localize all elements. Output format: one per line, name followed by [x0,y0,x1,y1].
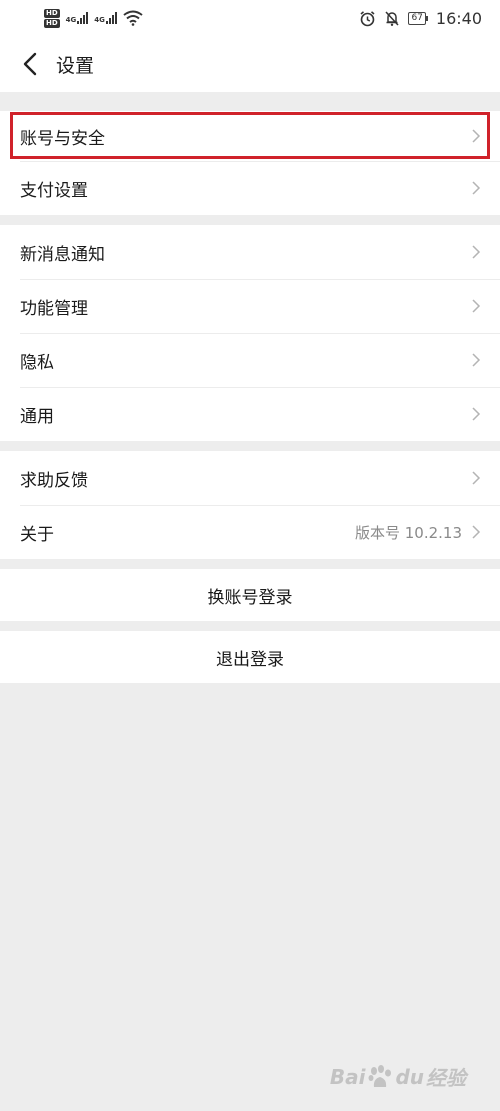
menu-item-about[interactable]: 关于 版本号 10.2.13 [0,505,500,559]
version-text: 版本号 10.2.13 [354,523,462,542]
signal-bars-icon [77,12,89,24]
clock-time: 16:40 [435,8,482,28]
menu-item-payment-settings[interactable]: 支付设置 [0,161,500,215]
paw-logo-icon [368,1064,392,1087]
chevron-left-icon [23,52,37,76]
chevron-right-icon [472,129,481,143]
baidu-jingyan-watermark: Bai du 经验 [330,1062,466,1091]
chevron-right-icon [472,525,481,539]
menu-item-label: 通用 [20,406,54,427]
status-left: HD HD 4G 4G [44,8,143,28]
menu-item-label: 隐私 [20,352,54,373]
nav-bar: 设置 [0,36,500,92]
hd-badge-1: HD [44,8,60,18]
battery-icon: 67 [408,11,428,25]
signal-bars-icon [105,12,117,24]
menu-item-help-feedback[interactable]: 求助反馈 [0,451,500,505]
status-right: 67 16:40 [359,9,482,28]
menu-item-label: 新消息通知 [20,244,105,265]
hd-indicators: HD HD [44,8,60,28]
settings-group-help: 求助反馈 关于 版本号 10.2.13 [0,451,500,559]
watermark-text-bai: Bai [329,1064,366,1089]
wifi-icon [123,10,143,26]
chevron-right-icon [472,407,481,421]
chevron-right-icon [472,245,481,259]
menu-item-privacy[interactable]: 隐私 [0,333,500,387]
switch-account-button[interactable]: 换账号登录 [0,569,500,621]
signal-2: 4G [94,12,117,24]
settings-group-general: 新消息通知 功能管理 隐私 通用 [0,225,500,441]
network-type-1: 4G [65,16,77,24]
watermark-text-jingyan: 经验 [426,1066,466,1090]
menu-item-general[interactable]: 通用 [0,387,500,441]
settings-group-account: 账号与安全 支付设置 [0,111,500,215]
page-title: 设置 [56,54,95,77]
menu-item-new-message-notifications[interactable]: 新消息通知 [0,225,500,279]
network-type-2: 4G [94,16,105,24]
chevron-right-icon [472,471,481,485]
chevron-right-icon [472,299,481,313]
menu-item-label: 求助反馈 [20,470,88,491]
hd-badge-2: HD [44,18,60,28]
menu-item-label: 支付设置 [20,180,88,201]
menu-item-label: 账号与安全 [20,128,105,149]
chevron-right-icon [472,353,481,367]
battery-level: 67 [408,11,426,25]
menu-item-label: 关于 [20,524,54,545]
logout-button[interactable]: 退出登录 [0,631,500,683]
signal-1: 4G [66,12,89,24]
back-button[interactable] [16,50,44,78]
mute-bell-icon [385,10,399,26]
menu-item-feature-management[interactable]: 功能管理 [0,279,500,333]
watermark-text-du: du [395,1064,424,1089]
status-bar: HD HD 4G 4G 67 16:40 [0,0,500,36]
menu-item-label: 功能管理 [20,298,88,319]
alarm-clock-icon [360,10,375,26]
chevron-right-icon [472,181,481,195]
menu-item-account-security[interactable]: 账号与安全 [0,111,500,161]
